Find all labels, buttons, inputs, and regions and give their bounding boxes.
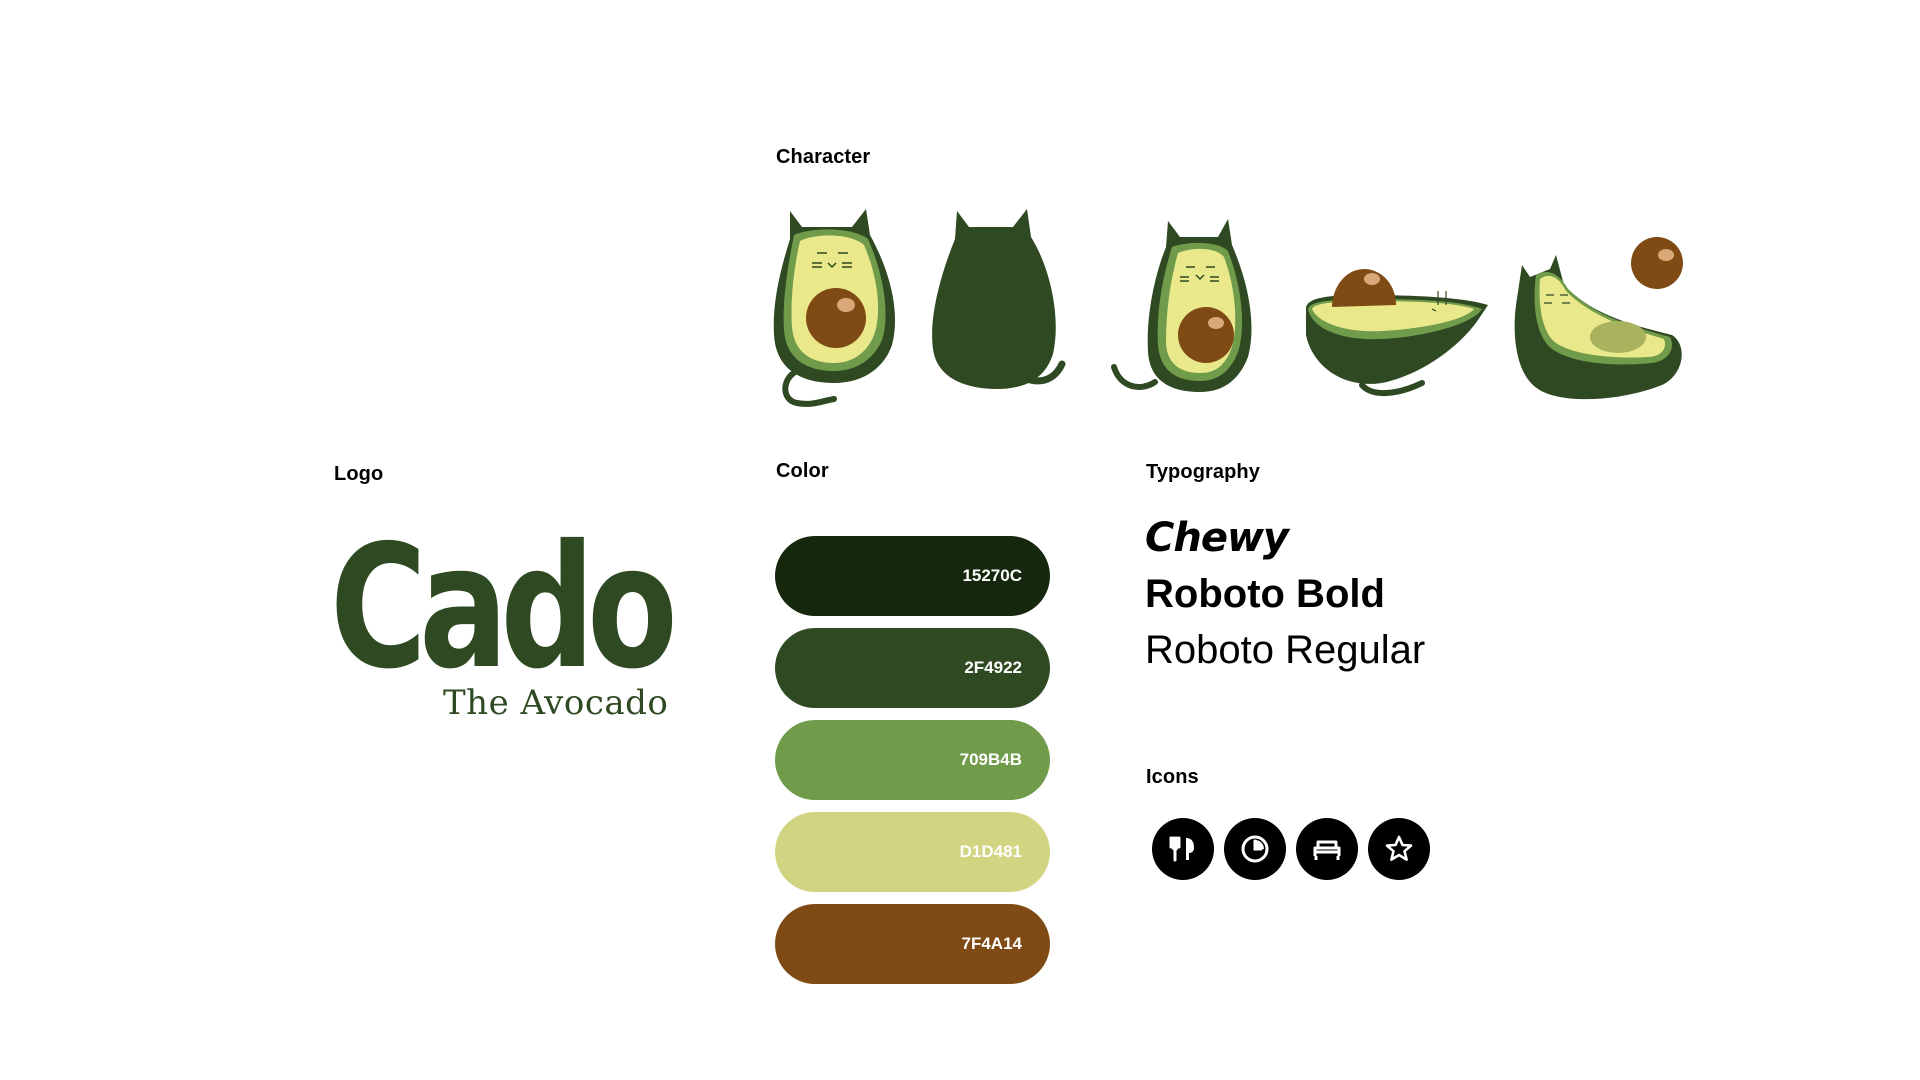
color-section-title: Color xyxy=(776,460,829,482)
typography-sample-roboto-regular: Roboto Regular xyxy=(1145,628,1426,672)
color-swatch-2f4922: 2F4922 xyxy=(775,628,1050,708)
icons-section-title: Icons xyxy=(1146,766,1199,788)
color-swatch-d1d481: D1D481 xyxy=(775,812,1050,892)
star-icon-glyph xyxy=(1385,835,1413,861)
avocado-cat-pit-ball xyxy=(1514,237,1683,400)
logo-section-title: Logo xyxy=(334,463,384,485)
fork-knife-icon-glyph xyxy=(1169,836,1194,862)
clock-icon[interactable] xyxy=(1224,818,1286,880)
clock-icon-glyph xyxy=(1241,835,1269,863)
typography-sample-roboto-bold: Roboto Bold xyxy=(1145,572,1385,616)
fork-knife-icon[interactable] xyxy=(1152,818,1214,880)
typography-sample-chewy: Chewy xyxy=(1145,515,1289,561)
typography-section-title: Typography xyxy=(1146,461,1260,483)
bed-icon-glyph xyxy=(1313,840,1341,860)
color-hex-label: 2F4922 xyxy=(964,658,1022,677)
avocado-cat-tail-left xyxy=(1111,219,1252,392)
color-hex-label: 15270C xyxy=(962,566,1022,585)
bed-icon[interactable] xyxy=(1296,818,1358,880)
character-row xyxy=(772,205,1692,415)
avocado-cat-back xyxy=(932,209,1066,389)
avocado-cat-lying xyxy=(1306,269,1488,397)
color-swatch-709b4b: 709B4B xyxy=(775,720,1050,800)
logo-wordmark-text: Cado xyxy=(330,518,672,688)
avocado-cat-front xyxy=(773,209,896,407)
star-icon[interactable] xyxy=(1368,818,1430,880)
logo-wordmark: Cado xyxy=(330,518,675,688)
logo-tagline: The Avocado xyxy=(443,683,669,723)
character-section-title: Character xyxy=(776,146,871,168)
color-swatch-7f4a14: 7F4A14 xyxy=(775,904,1050,984)
color-hex-label: 709B4B xyxy=(959,750,1022,769)
color-swatch-15270c: 15270C xyxy=(775,536,1050,616)
color-hex-label: D1D481 xyxy=(959,842,1022,861)
color-hex-label: 7F4A14 xyxy=(961,934,1022,953)
